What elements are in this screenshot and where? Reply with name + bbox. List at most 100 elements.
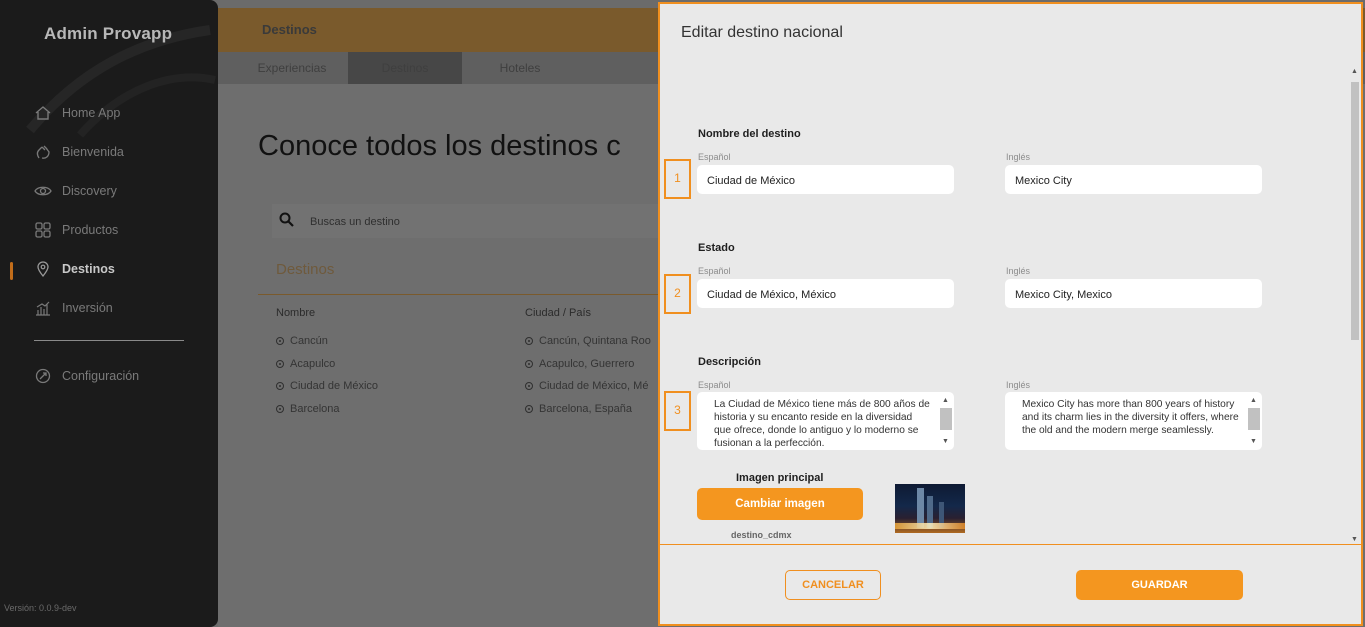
bullet-icon [525, 360, 533, 368]
row-city: Barcelona, España [539, 403, 632, 415]
bullet-icon [525, 382, 533, 390]
field-label-en: Inglés [1006, 152, 1031, 162]
modal-title: Editar destino nacional [681, 24, 843, 41]
settings-icon [34, 367, 52, 385]
scroll-up-icon[interactable]: ▲ [942, 394, 949, 407]
sidebar-item-label: Discovery [62, 184, 117, 198]
bullet-icon [276, 382, 284, 390]
list-item[interactable]: Cancún [276, 335, 328, 347]
section-heading-descripcion: Descripción [698, 356, 761, 368]
scroll-up-icon[interactable]: ▲ [1351, 68, 1358, 75]
sidebar-divider [34, 340, 184, 341]
tab-experiencias[interactable]: Experiencias [244, 52, 340, 84]
app-version: Versión: 0.0.9-dev [4, 603, 77, 613]
scroll-down-icon[interactable]: ▼ [942, 435, 949, 448]
bar-chart-icon [34, 299, 52, 317]
textarea-scrollbar[interactable]: ▲ ▼ [939, 394, 952, 448]
save-button[interactable]: GUARDAR [1076, 570, 1243, 600]
bullet-icon [525, 337, 533, 345]
map-pin-icon [34, 260, 52, 278]
page-title: Destinos [262, 22, 317, 37]
scroll-down-icon[interactable]: ▼ [1250, 435, 1257, 448]
list-item[interactable]: Barcelona, España [525, 403, 632, 415]
change-image-button[interactable]: Cambiar imagen [697, 488, 863, 520]
scroll-up-icon[interactable]: ▲ [1250, 394, 1257, 407]
destination-image-thumbnail [895, 484, 965, 533]
column-header-nombre: Nombre [276, 307, 316, 319]
step-number-2: 2 [664, 274, 691, 314]
sidebar: Admin Provapp Home App Bienvenida Discov… [0, 0, 218, 627]
bullet-icon [525, 405, 533, 413]
textarea-scrollbar[interactable]: ▲ ▼ [1247, 394, 1260, 448]
hand-wave-icon [34, 143, 52, 161]
sidebar-item-label: Inversión [62, 301, 113, 315]
image-label: Imagen principal [736, 472, 824, 484]
field-label-en: Inglés [1006, 380, 1031, 390]
sidebar-item-label: Productos [62, 223, 119, 237]
section-heading-estado: Estado [698, 242, 735, 254]
row-city: Ciudad de México, Mé [539, 380, 649, 392]
list-item[interactable]: Ciudad de México, Mé [525, 380, 648, 392]
section-heading-nombre: Nombre del destino [698, 128, 801, 140]
row-name: Barcelona [290, 403, 340, 415]
row-city: Acapulco, Guerrero [539, 358, 635, 370]
list-item[interactable]: Cancún, Quintana Roo [525, 335, 651, 347]
sidebar-item-productos[interactable]: Productos [34, 221, 118, 239]
row-name: Acapulco [290, 358, 336, 370]
bullet-icon [276, 405, 284, 413]
app-brand: Admin Provapp [44, 24, 173, 43]
modal-scrollbar[interactable]: ▲ ▼ [1349, 66, 1361, 545]
sidebar-item-label: Bienvenida [62, 145, 124, 159]
list-item[interactable]: Ciudad de México [276, 380, 378, 392]
sidebar-item-configuracion[interactable]: Configuración [34, 367, 139, 385]
scroll-thumb[interactable] [940, 408, 952, 430]
sidebar-item-destinos[interactable]: Destinos [34, 260, 115, 278]
scroll-thumb[interactable] [1248, 408, 1260, 430]
hero-heading: Conoce todos los destinos c [258, 130, 621, 162]
modal-scroll-area: Nombre del destino Español Inglés 1 Ciud… [660, 66, 1361, 545]
estado-es-input[interactable]: Ciudad de México, México [697, 279, 954, 308]
list-item[interactable]: Acapulco [276, 358, 335, 370]
active-indicator [10, 262, 13, 280]
image-filename: destino_cdmx [731, 530, 792, 540]
textarea-text: Mexico City has more than 800 years of h… [1022, 399, 1239, 436]
textarea-text: La Ciudad de México tiene más de 800 año… [714, 399, 930, 449]
descripcion-es-textarea[interactable]: La Ciudad de México tiene más de 800 año… [697, 392, 954, 450]
column-header-ciudad: Ciudad / País [525, 307, 592, 319]
modal-footer-divider [660, 544, 1361, 545]
step-number-1: 1 [664, 159, 691, 199]
home-icon [34, 104, 52, 122]
sidebar-item-label: Home App [62, 106, 121, 120]
list-item[interactable]: Acapulco, Guerrero [525, 358, 634, 370]
scroll-down-icon[interactable]: ▼ [1351, 536, 1358, 543]
list-item[interactable]: Barcelona [276, 403, 340, 415]
row-city: Cancún, Quintana Roo [539, 335, 651, 347]
search-icon [278, 211, 296, 234]
tab-underline [258, 294, 678, 295]
search-bar[interactable]: Buscas un destino [272, 204, 672, 238]
sidebar-item-bienvenida[interactable]: Bienvenida [34, 143, 124, 161]
cancel-button[interactable]: CANCELAR [785, 570, 881, 600]
destinos-tab-heading[interactable]: Destinos [276, 261, 334, 278]
descripcion-en-textarea[interactable]: Mexico City has more than 800 years of h… [1005, 392, 1262, 450]
eye-icon [34, 182, 52, 200]
sidebar-item-inversion[interactable]: Inversión [34, 299, 113, 317]
bullet-icon [276, 360, 284, 368]
scroll-thumb[interactable] [1351, 82, 1359, 340]
bullet-icon [276, 337, 284, 345]
sidebar-item-label: Configuración [62, 369, 140, 383]
field-label-es: Español [698, 152, 731, 162]
nombre-en-input[interactable]: Mexico City [1005, 165, 1262, 194]
sidebar-item-discovery[interactable]: Discovery [34, 182, 117, 200]
nombre-es-input[interactable]: Ciudad de México [697, 165, 954, 194]
row-name: Ciudad de México [290, 380, 379, 392]
tab-destinos[interactable]: Destinos [348, 52, 462, 84]
sidebar-item-home[interactable]: Home App [34, 104, 120, 122]
field-label-es: Español [698, 266, 731, 276]
row-name: Cancún [290, 335, 328, 347]
field-label-es: Español [698, 380, 731, 390]
search-placeholder: Buscas un destino [310, 216, 400, 228]
step-number-3: 3 [664, 391, 691, 431]
estado-en-input[interactable]: Mexico City, Mexico [1005, 279, 1262, 308]
tab-hoteles[interactable]: Hoteles [472, 52, 568, 84]
